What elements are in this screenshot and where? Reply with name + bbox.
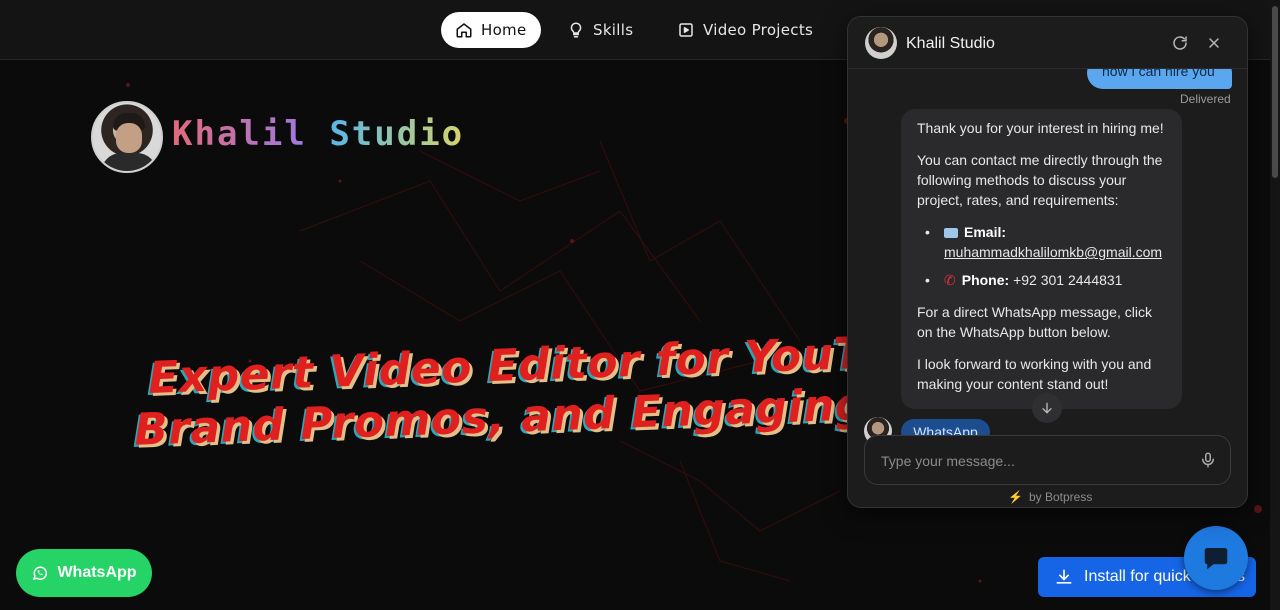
chat-widget: how i can hire you Delivered Thank you f… [847, 16, 1248, 508]
message-status: Delivered [1180, 92, 1231, 106]
whatsapp-float-label: WhatsApp [57, 564, 137, 581]
brand-word-1: Khalil [172, 114, 307, 154]
close-icon [1209, 38, 1219, 48]
bot-message: Thank you for your interest in hiring me… [901, 109, 1182, 409]
bot-para-2: For a direct WhatsApp message, click on … [917, 304, 1152, 340]
message-input[interactable] [881, 450, 1181, 472]
email-label: Email: [964, 224, 1007, 240]
whatsapp-float-button[interactable]: WhatsApp [16, 549, 152, 597]
bot-intro: Thank you for your interest in hiring me… [917, 120, 1164, 136]
message-composer [864, 435, 1231, 485]
powered-by-label: by Botpress [1028, 490, 1093, 504]
whatsapp-icon [33, 566, 48, 581]
chat-header: Khalil Studio [848, 17, 1247, 69]
email-icon [944, 228, 958, 239]
chat-title: Khalil Studio [906, 35, 995, 52]
download-icon [1056, 569, 1072, 584]
brand-name: Khalil Studio [172, 114, 464, 154]
chat-bubble-icon [1204, 548, 1228, 570]
lightning-icon: ⚡ [1008, 490, 1023, 504]
contact-phone-item: ✆ Phone: +92 301 2444831 [925, 270, 1166, 290]
close-button[interactable] [1203, 32, 1225, 54]
chat-avatar [865, 27, 897, 59]
bot-para-3: I look forward to working with you and m… [917, 356, 1152, 392]
phone-label: Phone: [961, 272, 1010, 288]
scroll-down-button[interactable] [1032, 393, 1062, 423]
powered-by[interactable]: ⚡ by Botpress [1008, 490, 1092, 504]
nav-video-projects-label: Video Projects [703, 21, 814, 39]
phone-icon: ✆ [944, 272, 956, 288]
nav-skills[interactable]: Skills [553, 12, 647, 48]
bot-para-1: You can contact me directly through the … [917, 152, 1163, 208]
nav-home[interactable]: Home [441, 12, 541, 48]
play-square-icon [679, 23, 693, 37]
arrow-down-icon [1042, 402, 1052, 414]
refresh-button[interactable] [1169, 32, 1191, 54]
microphone-icon[interactable] [1199, 451, 1217, 469]
email-link[interactable]: muhammadkhalilomkb@gmail.com [944, 244, 1162, 260]
nav-video-projects[interactable]: Video Projects [663, 12, 827, 48]
refresh-icon [1173, 36, 1187, 50]
nav-home-label: Home [481, 21, 527, 39]
phone-value: +92 301 2444831 [1013, 272, 1123, 288]
brand-word-2: Studio [329, 114, 465, 154]
chat-toggle-button[interactable] [1184, 526, 1248, 590]
page-scrollbar[interactable] [1270, 0, 1280, 610]
brand-avatar [91, 101, 163, 173]
contact-list: Email: muhammadkhalilomkb@gmail.com ✆ Pho… [925, 222, 1166, 290]
contact-email-item: Email: muhammadkhalilomkb@gmail.com [925, 222, 1166, 262]
home-icon [456, 23, 472, 38]
nav-skills-label: Skills [593, 21, 634, 39]
lightbulb-icon [570, 22, 582, 38]
